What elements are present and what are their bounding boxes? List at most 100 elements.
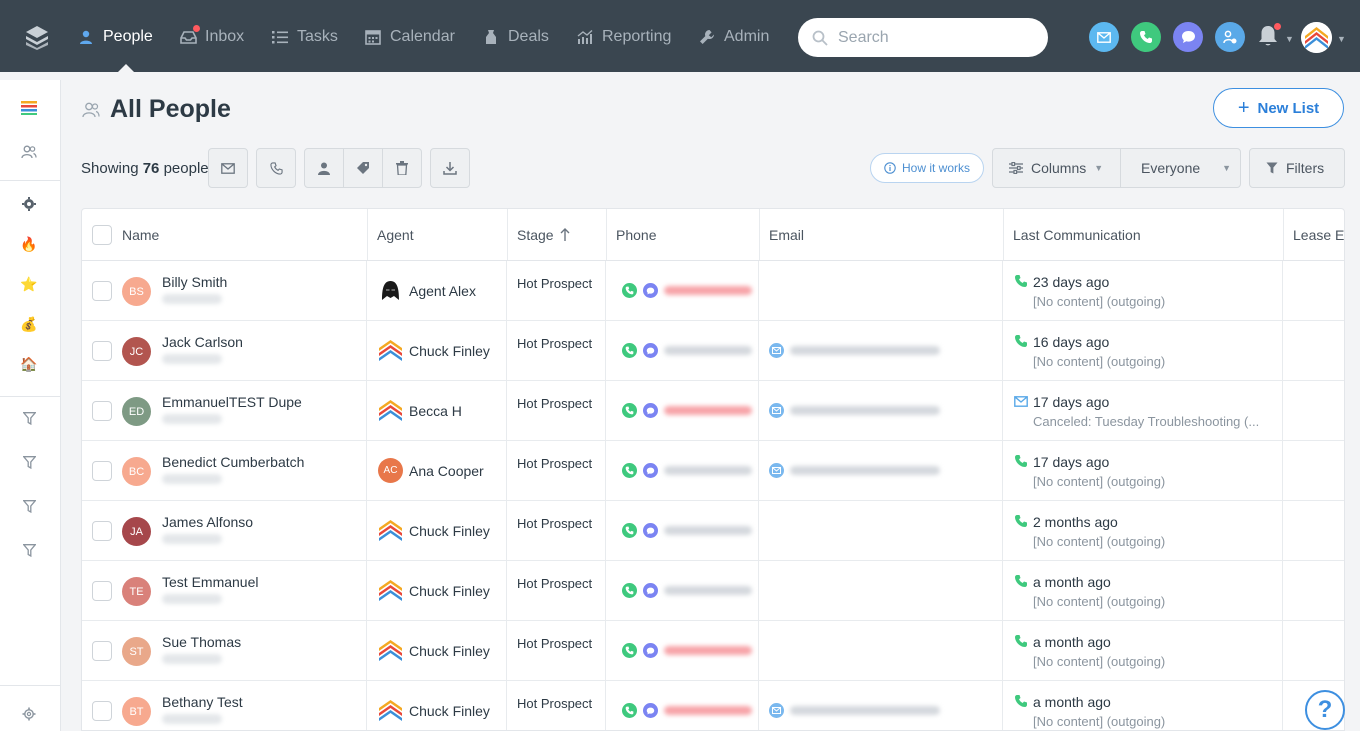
chevron-down-icon[interactable]: ▼ [1337,34,1346,44]
table-row[interactable]: BC Benedict Cumberbatch AC Ana Cooper Ho… [82,441,1344,501]
last-communication-cell[interactable]: a month ago [No content] (outgoing) [1003,621,1283,681]
email-address-redacted[interactable] [790,406,940,415]
user-avatar[interactable] [1301,22,1332,53]
avatar[interactable]: TE [122,577,151,606]
stage-cell[interactable]: Hot Prospect [507,621,606,681]
email-icon[interactable] [769,403,784,418]
new-list-button[interactable]: + New List [1213,88,1344,128]
call-icon[interactable] [622,583,637,598]
phone-number-redacted[interactable] [664,646,752,655]
stage-cell[interactable]: Hot Prospect [507,261,606,321]
bulk-call-button[interactable] [256,148,296,188]
column-header-phone[interactable]: Phone [606,209,760,261]
phone-number-redacted[interactable] [664,346,752,355]
avatar[interactable]: ED [122,397,151,426]
last-communication-cell[interactable]: 23 days ago [No content] (outgoing) [1003,261,1283,321]
row-checkbox[interactable] [92,401,112,421]
avatar[interactable]: BT [122,697,151,726]
stage-cell[interactable]: Hot Prospect [507,681,606,730]
chat-bubble-icon[interactable] [643,283,658,298]
house-icon[interactable]: 🏠 [19,354,39,374]
filter-icon[interactable] [19,496,39,516]
avatar[interactable]: JA [122,517,151,546]
stage-cell[interactable]: Hot Prospect [507,321,606,381]
call-icon[interactable] [622,703,637,718]
last-communication-cell[interactable]: 17 days ago Canceled: Tuesday Troublesho… [1003,381,1283,441]
select-all-checkbox[interactable] [92,225,112,245]
row-checkbox[interactable] [92,341,112,361]
column-header-last-communication[interactable]: Last Communication [1003,209,1284,261]
agent-cell[interactable]: Chuck Finley [367,621,507,681]
nav-tasks[interactable]: Tasks [271,26,338,48]
chat-bubble-icon[interactable] [643,463,658,478]
email-address-redacted[interactable] [790,466,940,475]
chat-bubble-icon[interactable] [643,643,658,658]
stage-cell[interactable]: Hot Prospect [507,441,606,501]
last-communication-cell[interactable]: a month ago [No content] (outgoing) [1003,681,1283,730]
chat-bubble-icon[interactable] [643,703,658,718]
filters-button[interactable]: Filters [1249,148,1345,188]
person-name[interactable]: James Alfonso [162,514,253,530]
agent-cell[interactable]: Becca H [367,381,507,441]
row-checkbox[interactable] [92,641,112,661]
column-header-agent[interactable]: Agent [367,209,508,261]
last-communication-cell[interactable]: a month ago [No content] (outgoing) [1003,561,1283,621]
notifications-button[interactable] [1256,22,1282,48]
search-input[interactable] [838,28,1028,47]
call-icon[interactable] [622,283,637,298]
person-name[interactable]: Benedict Cumberbatch [162,454,304,470]
star-icon[interactable]: ⭐ [19,274,39,294]
call-icon[interactable] [622,523,637,538]
nav-reporting[interactable]: Reporting [576,26,671,48]
person-name[interactable]: Jack Carlson [162,334,243,350]
lists-icon[interactable] [19,98,39,118]
chevron-down-icon[interactable]: ▼ [1285,34,1294,44]
email-address-redacted[interactable] [790,346,940,355]
gear-icon[interactable] [19,704,39,724]
nav-inbox[interactable]: Inbox [179,25,244,48]
chat-bubble-icon[interactable] [643,343,658,358]
phone-number-redacted[interactable] [664,406,752,415]
phone-number-redacted[interactable] [664,466,752,475]
call-action-button[interactable] [1131,22,1161,52]
filter-icon[interactable] [19,540,39,560]
export-button[interactable] [430,148,470,188]
dialer-action-button[interactable] [1215,22,1245,52]
phone-number-redacted[interactable] [664,526,752,535]
filter-icon[interactable] [19,408,39,428]
email-icon[interactable] [769,343,784,358]
filter-icon[interactable] [19,452,39,472]
how-it-works-button[interactable]: How it works [870,153,984,183]
table-row[interactable]: BT Bethany Test Chuck Finley Hot Prospec… [82,681,1344,730]
table-row[interactable]: ED EmmanuelTEST Dupe Becca H Hot Prospec… [82,381,1344,441]
person-name[interactable]: Test Emmanuel [162,574,258,590]
avatar[interactable]: BC [122,457,151,486]
nav-calendar[interactable]: Calendar [364,26,455,48]
phone-number-redacted[interactable] [664,586,752,595]
agent-cell[interactable]: Chuck Finley [367,501,507,561]
person-name[interactable]: Bethany Test [162,694,243,710]
delete-button[interactable] [382,148,422,188]
money-bag-icon[interactable]: 💰 [19,314,39,334]
all-people-icon[interactable] [19,142,39,162]
text-message-action-button[interactable] [1173,22,1203,52]
avatar[interactable]: JC [122,337,151,366]
chat-bubble-icon[interactable] [643,403,658,418]
table-row[interactable]: TE Test Emmanuel Chuck Finley Hot Prospe… [82,561,1344,621]
row-checkbox[interactable] [92,521,112,541]
call-icon[interactable] [622,343,637,358]
global-search[interactable] [798,18,1048,57]
phone-number-redacted[interactable] [664,706,752,715]
email-address-redacted[interactable] [790,706,940,715]
call-icon[interactable] [622,643,637,658]
row-checkbox[interactable] [92,461,112,481]
add-tags-button[interactable] [343,148,383,188]
person-name[interactable]: EmmanuelTEST Dupe [162,394,302,410]
stage-cell[interactable]: Hot Prospect [507,501,606,561]
stage-cell[interactable]: Hot Prospect [507,381,606,441]
table-row[interactable]: ST Sue Thomas Chuck Finley Hot Prospect [82,621,1344,681]
nav-deals[interactable]: Deals [482,26,549,48]
last-communication-cell[interactable]: 16 days ago [No content] (outgoing) [1003,321,1283,381]
settings-gear-color-icon[interactable] [19,194,39,214]
agent-cell[interactable]: Chuck Finley [367,561,507,621]
